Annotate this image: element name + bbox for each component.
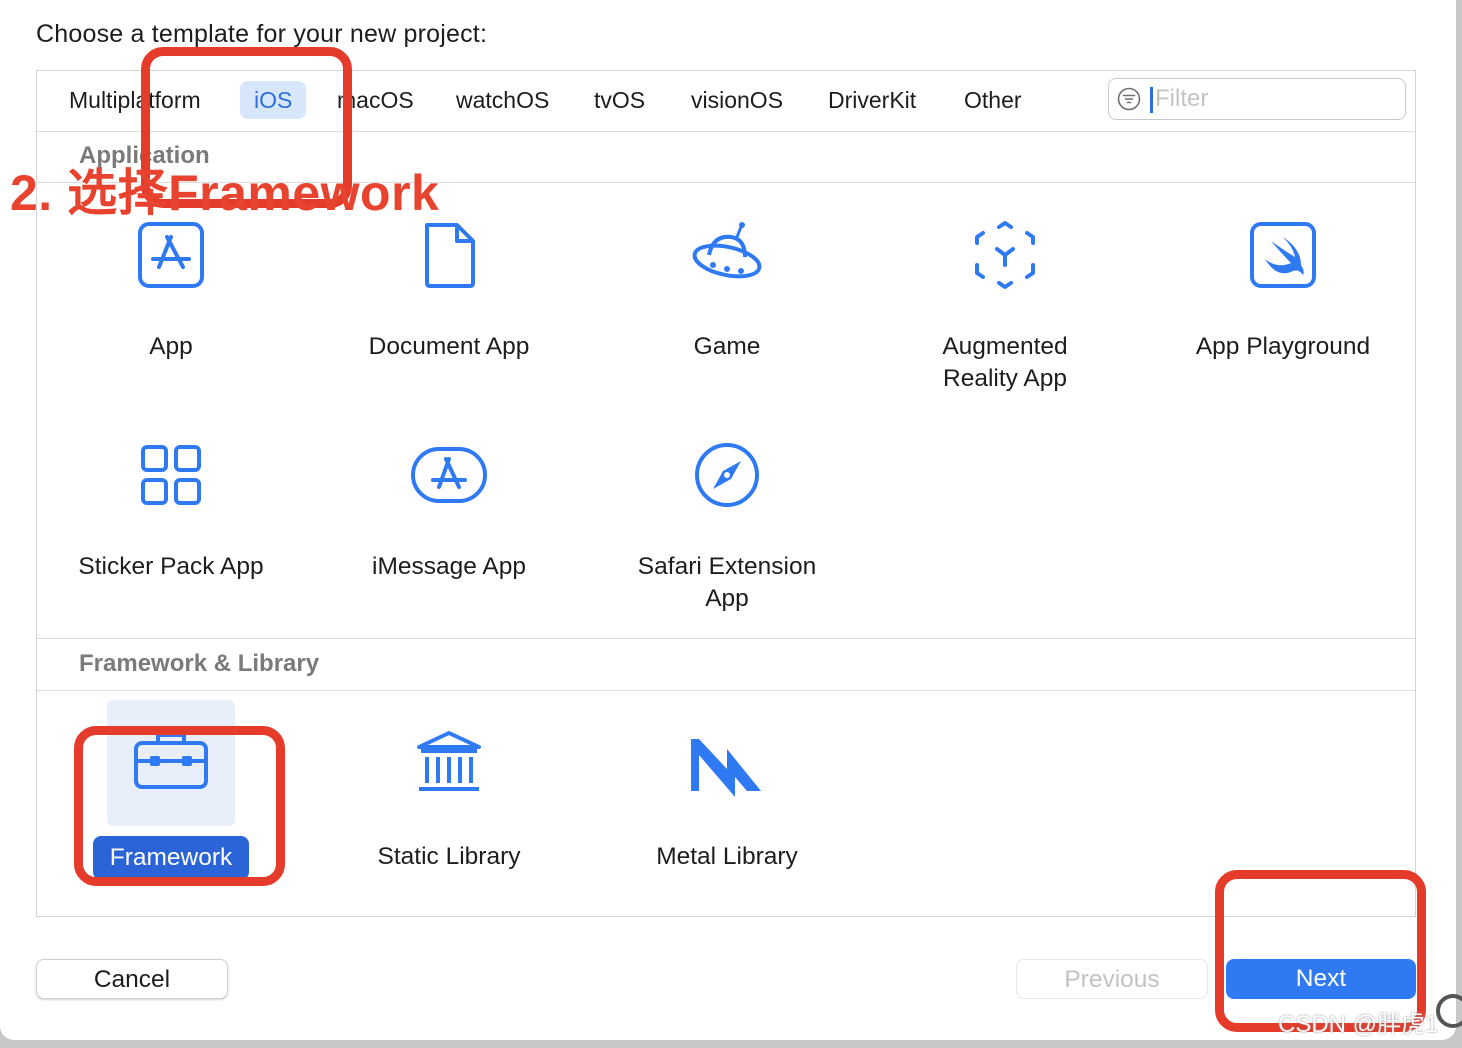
- document-icon: [425, 223, 475, 288]
- metal-icon: [691, 739, 761, 797]
- filter-field[interactable]: [1108, 78, 1406, 120]
- filter-icon: [1117, 87, 1141, 111]
- section-divider: [37, 638, 1415, 639]
- swift-icon: [1250, 222, 1316, 288]
- template-app-playground[interactable]: App Playground: [1163, 211, 1403, 391]
- platform-tab-bar: Multiplatform iOS macOS watchOS tvOS vis…: [37, 71, 1415, 132]
- template-imessage-app[interactable]: iMessage App: [329, 433, 569, 613]
- next-button[interactable]: Next: [1226, 959, 1416, 999]
- tab-multiplatform[interactable]: Multiplatform: [55, 81, 215, 119]
- tab-watchos[interactable]: watchOS: [442, 81, 563, 119]
- template-safari-extension-app[interactable]: Safari Extension App: [607, 433, 847, 613]
- game-ufo-icon: [692, 222, 762, 279]
- template-document-app[interactable]: Document App: [329, 211, 569, 391]
- filter-input[interactable]: [1155, 83, 1395, 115]
- tab-other[interactable]: Other: [950, 81, 1036, 119]
- text-caret: [1150, 87, 1153, 113]
- page-title: Choose a template for your new project:: [36, 20, 488, 48]
- section-title-framework-library: Framework & Library: [79, 650, 320, 677]
- toolbox-icon: [134, 733, 208, 789]
- template-label: Metal Library: [656, 843, 798, 870]
- tab-macos[interactable]: macOS: [323, 81, 428, 119]
- template-augmented-reality-app[interactable]: Augmented Reality App: [885, 211, 1125, 392]
- library-building-icon: [417, 731, 481, 791]
- template-label: App Playground: [1195, 333, 1371, 360]
- template-label: App: [149, 333, 193, 360]
- section-header-framework-library: Framework & Library: [37, 640, 1415, 691]
- template-label: Static Library: [377, 843, 521, 870]
- template-label: Document App: [368, 333, 530, 360]
- previous-button[interactable]: Previous: [1016, 959, 1208, 999]
- corner-circle-icon: [1436, 994, 1462, 1028]
- template-sticker-pack-app[interactable]: Sticker Pack App: [51, 433, 291, 613]
- watermark: CSDN @胖虎1: [1278, 1011, 1439, 1038]
- template-label: Augmented Reality App: [942, 333, 1068, 392]
- template-label: Safari Extension App: [637, 553, 817, 612]
- template-label: iMessage App: [372, 553, 526, 580]
- template-static-library[interactable]: Static Library: [329, 711, 569, 891]
- cancel-button[interactable]: Cancel: [36, 959, 228, 999]
- compass-icon: [695, 443, 759, 507]
- template-label: Game: [693, 333, 761, 360]
- app-store-icon: [138, 222, 204, 288]
- template-app[interactable]: App: [51, 211, 291, 391]
- tab-visionos[interactable]: visionOS: [677, 81, 797, 119]
- template-framework[interactable]: Framework: [51, 711, 291, 891]
- tab-tvos[interactable]: tvOS: [580, 81, 659, 119]
- tab-ios[interactable]: iOS: [240, 81, 307, 119]
- tab-driverkit[interactable]: DriverKit: [814, 81, 930, 119]
- grid-icon: [141, 445, 201, 505]
- template-label-selected: Framework: [93, 836, 249, 880]
- template-label: Sticker Pack App: [78, 553, 264, 580]
- template-game[interactable]: Game: [607, 211, 847, 391]
- imessage-app-icon: [411, 447, 487, 503]
- annotation-text: 2. 选择Framework: [10, 165, 440, 221]
- template-metal-library[interactable]: Metal Library: [607, 711, 847, 891]
- ar-cube-icon: [975, 221, 1035, 289]
